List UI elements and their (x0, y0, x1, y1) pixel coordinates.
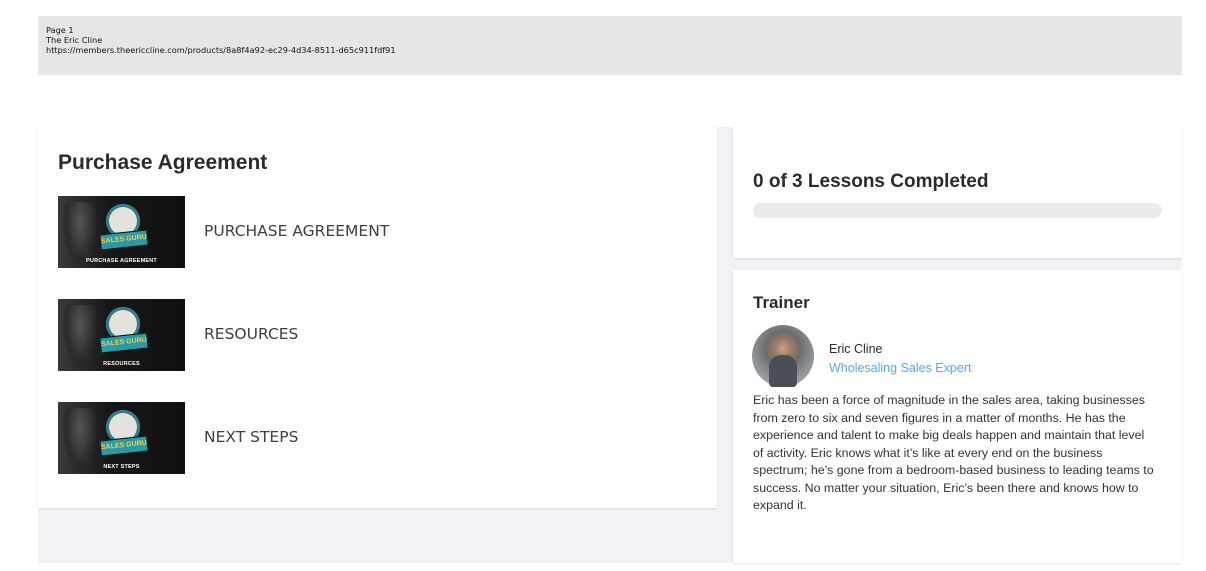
course-title: Purchase Agreement (58, 151, 268, 174)
lesson-item-resources[interactable]: SALES GURU RESOURCES RESOURCES (58, 299, 698, 371)
thumbnail-logo-text: SALES GURU (99, 332, 149, 354)
print-header: Page 1 The Eric Cline https://members.th… (38, 16, 1182, 75)
thumbnail-logo-text: SALES GURU (99, 435, 149, 457)
lesson-item-purchase-agreement[interactable]: SALES GURU PURCHASE AGREEMENT PURCHASE A… (58, 196, 698, 268)
course-card: Purchase Agreement SALES GURU PURCHASE A… (38, 127, 717, 508)
lesson-thumbnail[interactable]: SALES GURU PURCHASE AGREEMENT (58, 196, 185, 268)
trainer-avatar (752, 325, 814, 387)
thumbnail-caption: NEXT STEPS (103, 464, 140, 470)
lesson-label[interactable]: RESOURCES (204, 325, 298, 343)
trainer-section-title: Trainer (753, 293, 810, 312)
thumbnail-logo-text: SALES GURU (99, 229, 149, 251)
lesson-label[interactable]: NEXT STEPS (204, 428, 298, 446)
thumbnail-caption: RESOURCES (103, 361, 140, 367)
trainer-card: Trainer Eric Cline Wholesaling Sales Exp… (733, 270, 1182, 563)
trainer-bio: Eric has been a force of magnitude in th… (753, 393, 1154, 512)
lesson-label[interactable]: PURCHASE AGREEMENT (204, 222, 389, 240)
trainer-name: Eric Cline (829, 342, 883, 356)
thumbnail-caption: PURCHASE AGREEMENT (86, 258, 157, 264)
print-site-title: The Eric Cline (46, 35, 103, 45)
lesson-item-next-steps[interactable]: SALES GURU NEXT STEPS NEXT STEPS (58, 402, 698, 474)
avatar-silhouette (769, 355, 797, 387)
print-url: https://members.theericcline.com/product… (46, 45, 396, 55)
lesson-thumbnail[interactable]: SALES GURU NEXT STEPS (58, 402, 185, 474)
print-page-number: Page 1 (46, 25, 74, 35)
progress-card: 0 of 3 Lessons Completed (733, 127, 1182, 258)
trainer-role: Wholesaling Sales Expert (829, 361, 972, 375)
lesson-thumbnail[interactable]: SALES GURU RESOURCES (58, 299, 185, 371)
progress-bar (753, 203, 1162, 218)
progress-title: 0 of 3 Lessons Completed (753, 171, 989, 192)
